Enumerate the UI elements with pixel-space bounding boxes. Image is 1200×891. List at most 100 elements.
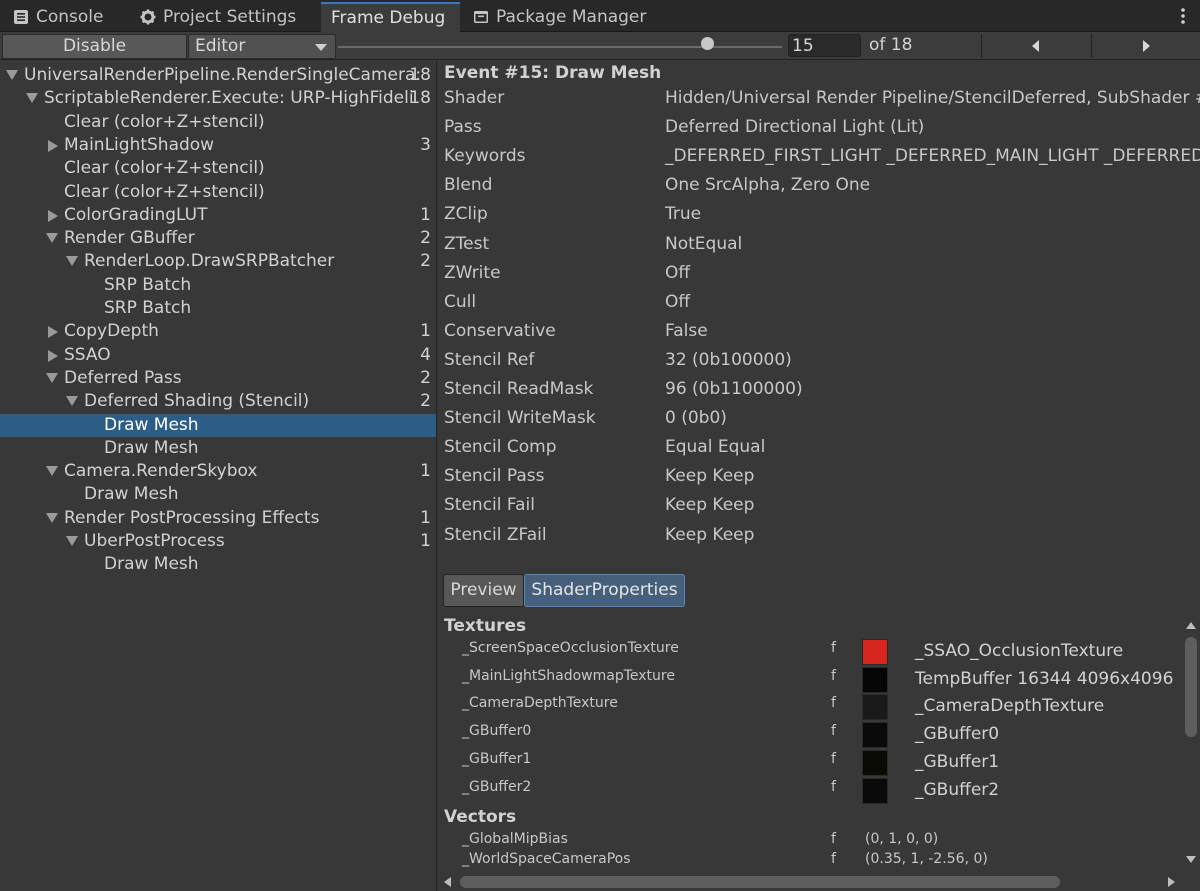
tree-row[interactable]: SRP Batch — [0, 297, 436, 320]
property-value: 32 (0b100000) — [665, 349, 792, 370]
tree-row[interactable]: Render GBuffer 2 — [0, 227, 436, 250]
property-value: 96 (0b1100000) — [665, 379, 803, 399]
event-slider-track[interactable] — [338, 46, 782, 48]
expanded-arrow-icon[interactable] — [46, 233, 58, 244]
texture-thumbnail[interactable] — [862, 666, 888, 693]
texture-value: _GBuffer0 — [915, 724, 1000, 745]
scroll-down-icon[interactable] — [1186, 856, 1196, 863]
expanded-arrow-icon[interactable] — [46, 512, 58, 523]
disable-button[interactable]: Disable — [2, 34, 187, 59]
vector-flag: f — [831, 851, 836, 867]
tree-row-label: SRP Batch — [104, 298, 192, 318]
tree-row[interactable]: ScriptableRenderer.Execute: URP-HighFide… — [0, 87, 436, 110]
scroll-right-icon[interactable] — [1168, 877, 1175, 887]
collapsed-arrow-icon[interactable] — [48, 139, 58, 152]
tree-row-label: Draw Mesh — [104, 437, 199, 458]
expanded-arrow-icon[interactable] — [66, 256, 78, 267]
tree-row[interactable]: RenderLoop.DrawSRPBatcher 2 — [0, 250, 436, 273]
expanded-arrow-icon[interactable] — [46, 372, 58, 383]
tree-row-count: 3 — [420, 134, 431, 155]
expanded-arrow-icon[interactable] — [26, 93, 38, 104]
event-slider-handle[interactable] — [700, 37, 714, 50]
vector-row: _GlobalMipBias f (0, 1, 0, 0) — [438, 831, 1178, 851]
tree-row[interactable]: Draw Mesh — [0, 483, 436, 506]
tree-row-label: Clear (color+Z+stencil) — [64, 111, 265, 132]
vertical-scrollbar[interactable] — [1182, 622, 1200, 872]
tab-console[interactable]: Console — [3, 2, 123, 32]
tree-row[interactable]: UberPostProcess 1 — [0, 530, 436, 553]
property-name: Pass — [444, 117, 482, 138]
texture-flag: f — [831, 695, 836, 712]
tree-row[interactable]: UniversalRenderPipeline.RenderSingleCame… — [0, 64, 436, 87]
vertical-scroll-thumb[interactable] — [1185, 637, 1197, 737]
collapsed-arrow-icon[interactable] — [48, 349, 58, 362]
tree-row[interactable]: CopyDepth 1 — [0, 320, 436, 343]
render-state-row: Stencil Pass Keep Keep — [444, 464, 1200, 488]
texture-thumbnail[interactable] — [862, 694, 888, 721]
property-name: ZTest — [444, 233, 490, 254]
tree-row[interactable]: Clear (color+Z+stencil) — [0, 181, 436, 204]
target-dropdown[interactable]: Editor — [188, 34, 336, 59]
texture-property-name: _ScreenSpaceOcclusionTexture — [462, 640, 679, 656]
tree-row[interactable]: SRP Batch — [0, 274, 436, 297]
texture-thumbnail[interactable] — [862, 749, 888, 776]
property-name: Shader — [444, 88, 505, 108]
vector-flag: f — [831, 831, 836, 847]
tree-row[interactable]: Clear (color+Z+stencil) — [0, 157, 436, 180]
tab-label: Console — [36, 7, 104, 27]
tree-row-label: Camera.RenderSkybox — [64, 461, 258, 482]
expanded-arrow-icon[interactable] — [6, 70, 18, 80]
console-icon — [14, 10, 28, 24]
texture-row: _MainLightShadowmapTexture f TempBuffer 16… — [438, 666, 1178, 696]
tree-row-count: 2 — [420, 251, 431, 272]
horizontal-scrollbar[interactable] — [438, 873, 1182, 891]
collapsed-arrow-icon[interactable] — [48, 326, 58, 339]
tree-row[interactable]: ColorGradingLUT 1 — [0, 204, 436, 227]
expanded-arrow-icon[interactable] — [46, 466, 58, 477]
tree-row[interactable]: Deferred Pass 2 — [0, 367, 436, 390]
event-index-input[interactable] — [788, 34, 861, 57]
tab-label: Project Settings — [163, 7, 297, 27]
tree-row-label: Render PostProcessing Effects — [64, 507, 320, 528]
tree-row-label: Deferred Pass — [64, 367, 182, 388]
tree-row-count: 18 — [409, 65, 431, 85]
tree-row[interactable]: Render PostProcessing Effects 1 — [0, 507, 436, 530]
tree-row[interactable]: Deferred Shading (Stencil) 2 — [0, 390, 436, 413]
scroll-up-icon[interactable] — [1186, 622, 1196, 629]
tab-package-manager[interactable]: Package Manager — [463, 2, 663, 32]
texture-row: _ScreenSpaceOcclusionTexture f _SSAO_Occlu… — [438, 639, 1178, 668]
tab-frame-debug[interactable]: Frame Debug — [321, 2, 460, 32]
texture-property-name: _CameraDepthTexture — [462, 695, 618, 712]
horizontal-scroll-thumb[interactable] — [460, 876, 1060, 888]
scroll-left-icon[interactable] — [444, 877, 451, 887]
expanded-arrow-icon[interactable] — [66, 396, 78, 407]
texture-thumbnail[interactable] — [862, 639, 888, 665]
expanded-arrow-icon[interactable] — [66, 536, 78, 546]
texture-thumbnail[interactable] — [862, 722, 888, 749]
property-name: Stencil WriteMask — [444, 408, 596, 429]
previous-event-button[interactable] — [981, 34, 1090, 58]
tab-project-settings[interactable]: Project Settings — [130, 2, 315, 32]
tree-row[interactable]: Draw Mesh — [0, 553, 436, 576]
next-event-button[interactable] — [1091, 34, 1200, 58]
arrow-right-icon — [1143, 40, 1150, 52]
tree-row[interactable]: Clear (color+Z+stencil) — [0, 111, 436, 134]
property-name: Cull — [444, 291, 477, 312]
tree-row-selected[interactable]: Draw Mesh — [0, 413, 436, 437]
tree-row[interactable]: Camera.RenderSkybox 1 — [0, 460, 436, 483]
collapsed-arrow-icon[interactable] — [48, 209, 58, 222]
tree-row-label: SSAO — [64, 344, 111, 365]
more-options-icon[interactable] — [1180, 6, 1186, 26]
render-state-row: Blend One SrcAlpha, Zero One — [444, 173, 1200, 197]
tree-row[interactable]: MainLightShadow 3 — [0, 134, 436, 157]
texture-thumbnail[interactable] — [862, 777, 888, 804]
property-name: Blend — [444, 175, 493, 196]
tree-row[interactable]: Draw Mesh — [0, 437, 436, 460]
vector-value: (0, 1, 0, 0) — [865, 831, 939, 847]
tree-row-label: RenderLoop.DrawSRPBatcher — [84, 251, 335, 272]
tab-preview[interactable]: Preview — [443, 574, 524, 607]
tab-shader-properties[interactable]: ShaderProperties — [524, 574, 685, 607]
property-value: 0 (0b0) — [665, 408, 727, 429]
property-name: ZClip — [444, 204, 488, 225]
tree-row[interactable]: SSAO 4 — [0, 344, 436, 367]
